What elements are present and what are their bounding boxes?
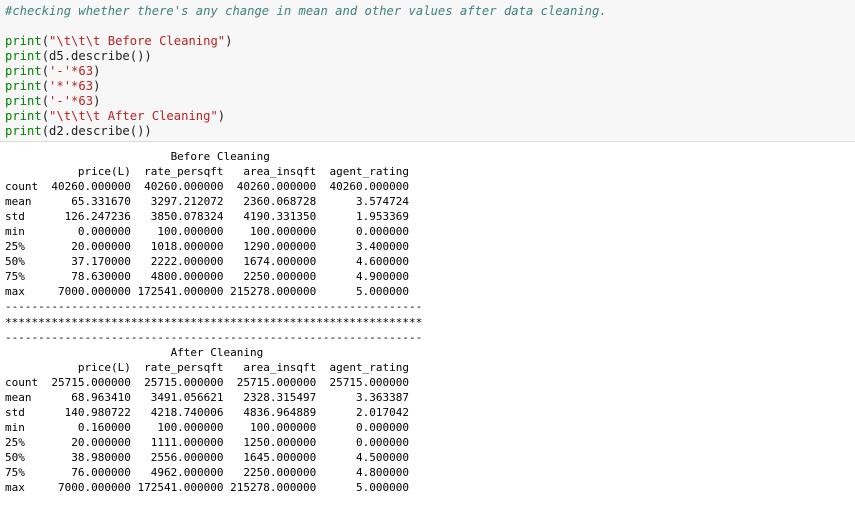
table-row: max 7000.000000 172541.000000 215278.000…	[5, 285, 409, 299]
separator-star: ****************************************…	[5, 315, 423, 329]
separator-dash: ----------------------------------------…	[5, 300, 423, 314]
code-fn: print	[5, 34, 42, 48]
before-title: Before Cleaning	[5, 150, 270, 163]
code-fn: print	[5, 49, 42, 63]
code-arg: d2.describe()	[49, 124, 145, 138]
table-row: max 7000.000000 172541.000000 215278.000…	[5, 481, 409, 495]
code-line-7: print(d2.describe())	[5, 124, 152, 138]
code-arg: d5.describe()	[49, 49, 145, 63]
table-row: 50% 38.980000 2556.000000 1645.000000 4.…	[5, 450, 409, 464]
table-row: mean 68.963410 3491.056621 2328.315497 3…	[5, 390, 409, 404]
code-input-cell[interactable]: #checking whether there's any change in …	[0, 0, 855, 142]
table-row: std 126.247236 3850.078324 4190.331350 1…	[5, 210, 409, 224]
table-row: 25% 20.000000 1111.000000 1250.000000 0.…	[5, 435, 409, 449]
code-line-4: print('*'*63)	[5, 79, 101, 93]
code-arg: '-'*63	[49, 64, 94, 78]
table-row: 50% 37.170000 2222.000000 1674.000000 4.…	[5, 255, 409, 269]
code-comment: #checking whether there's any change in …	[5, 4, 607, 18]
code-fn: print	[5, 124, 42, 138]
code-fn: print	[5, 79, 42, 93]
code-arg: "\t\t\t Before Cleaning"	[49, 34, 226, 48]
before-table-header: price(L) rate_persqft area_insqft agent_…	[5, 165, 409, 179]
code-fn: print	[5, 109, 42, 123]
table-row: count 40260.000000 40260.000000 40260.00…	[5, 180, 409, 194]
after-title: After Cleaning	[5, 345, 264, 359]
code-fn: print	[5, 64, 42, 78]
table-row: std 140.980722 4218.740006 4836.964889 2…	[5, 405, 409, 419]
code-fn: print	[5, 94, 42, 108]
table-row: 25% 20.000000 1018.000000 1290.000000 3.…	[5, 240, 409, 254]
separator-dash: ----------------------------------------…	[5, 330, 423, 344]
table-row: 75% 78.630000 4800.000000 2250.000000 4.…	[5, 270, 409, 284]
table-row: count 25715.000000 25715.000000 25715.00…	[5, 375, 409, 389]
table-row: 75% 76.000000 4962.000000 2250.000000 4.…	[5, 465, 409, 479]
code-arg: '*'*63	[49, 79, 94, 93]
code-arg: "\t\t\t After Cleaning"	[49, 109, 218, 123]
code-editor[interactable]: #checking whether there's any change in …	[5, 4, 607, 139]
table-row: mean 65.331670 3297.212072 2360.068728 3…	[5, 195, 409, 209]
code-line-1: print("\t\t\t Before Cleaning")	[5, 34, 233, 48]
table-row: min 0.000000 100.000000 100.000000 0.000…	[5, 225, 409, 239]
code-line-2: print(d5.describe())	[5, 49, 152, 63]
output-area: Before Cleaning price(L) rate_persqft ar…	[5, 149, 422, 495]
code-line-6: print("\t\t\t After Cleaning")	[5, 109, 226, 123]
code-arg: '-'*63	[49, 94, 94, 108]
code-line-3: print('-'*63)	[5, 64, 101, 78]
table-row: min 0.160000 100.000000 100.000000 0.000…	[5, 420, 409, 434]
after-table-header: price(L) rate_persqft area_insqft agent_…	[5, 360, 409, 374]
code-line-5: print('-'*63)	[5, 94, 101, 108]
